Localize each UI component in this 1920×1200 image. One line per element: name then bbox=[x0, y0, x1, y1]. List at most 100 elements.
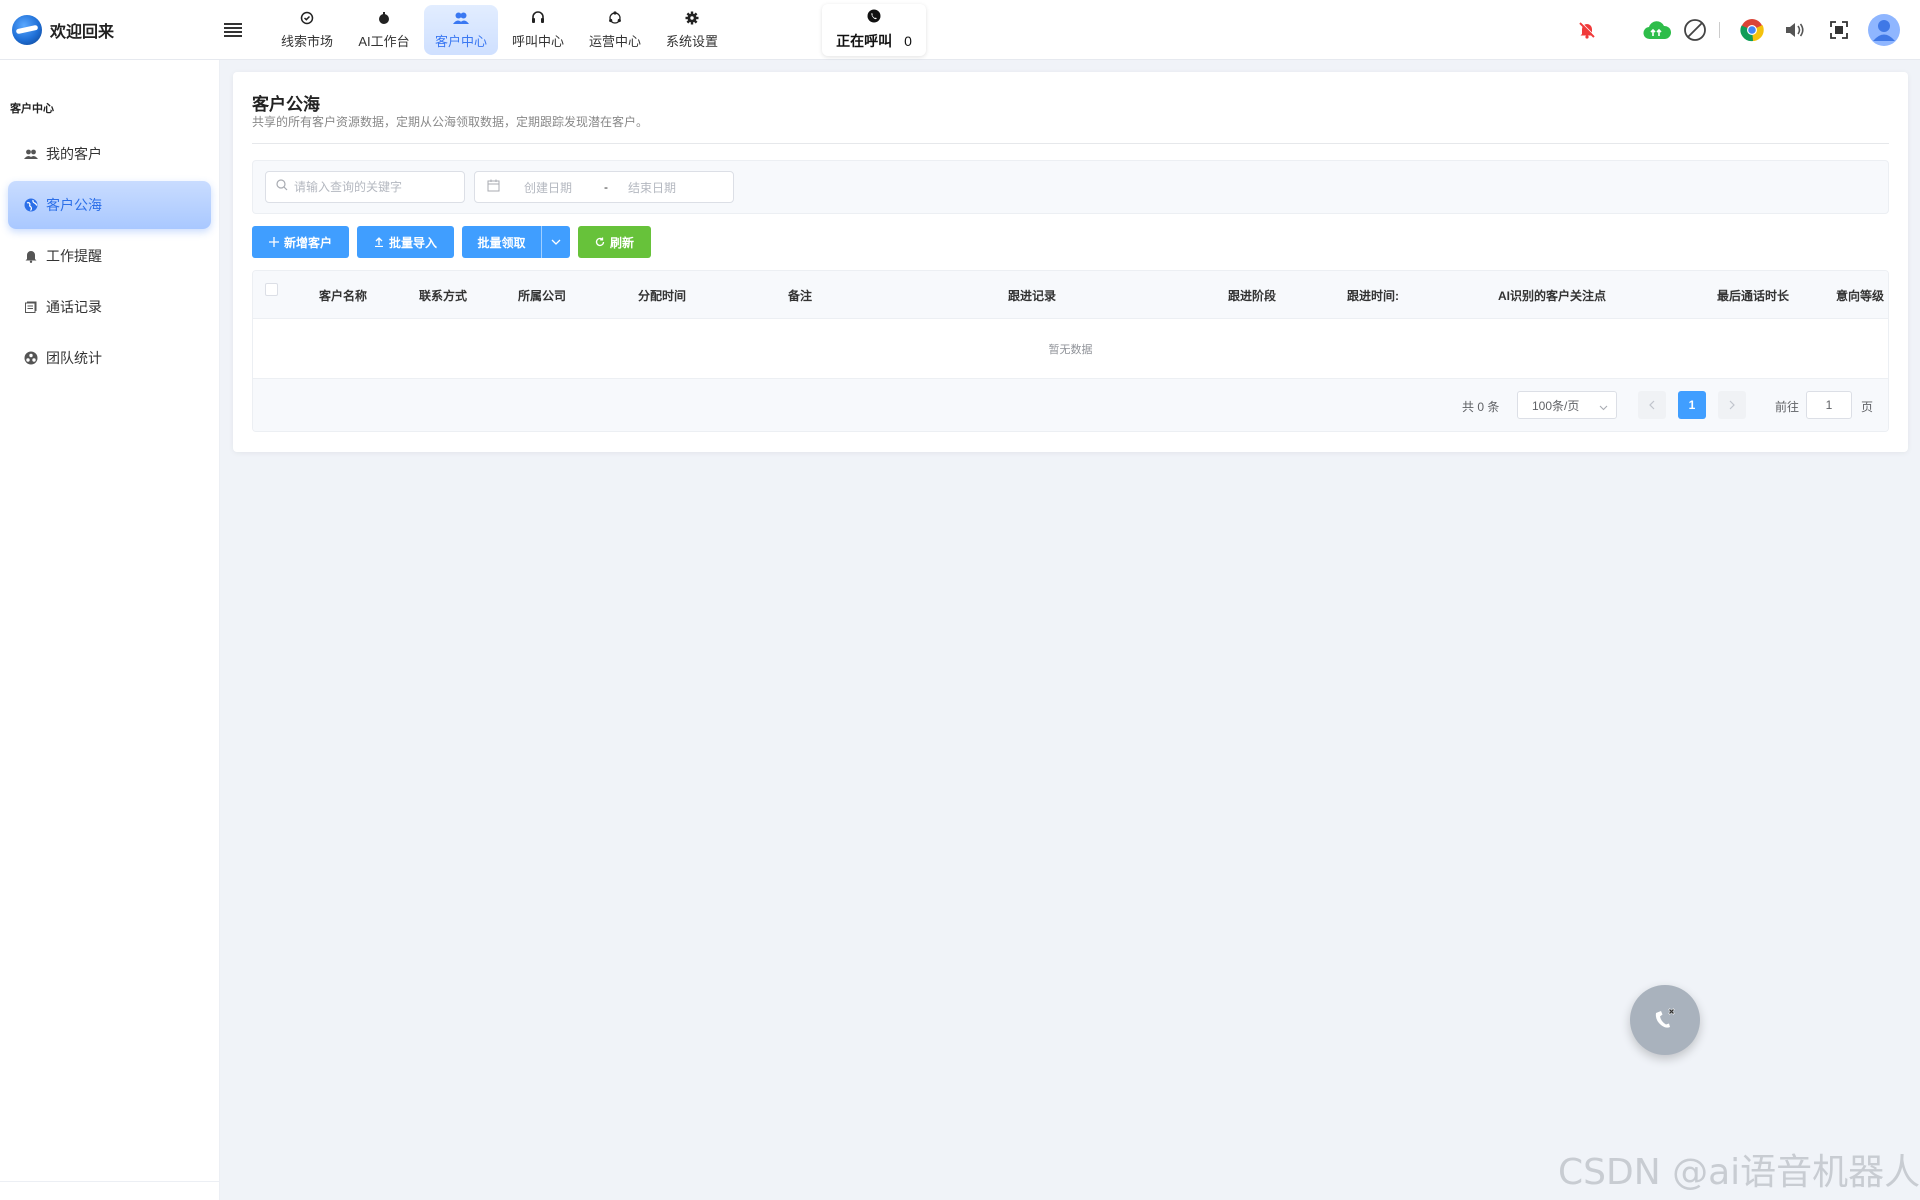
menu-toggle-icon[interactable] bbox=[224, 22, 242, 37]
users-icon bbox=[453, 10, 469, 26]
table-header: 客户名称 联系方式 所属公司 分配时间 备注 跟进记录 跟进阶段 跟进时间: A… bbox=[253, 271, 1888, 319]
date-separator: - bbox=[604, 180, 608, 194]
search-icon bbox=[276, 178, 288, 196]
phone-call-icon bbox=[867, 9, 881, 28]
add-customer-button[interactable]: 新增客户 bbox=[252, 226, 349, 258]
refresh-label: 刷新 bbox=[609, 235, 634, 250]
sidebar-item-label: 团队统计 bbox=[46, 350, 102, 366]
plus-icon bbox=[268, 237, 279, 247]
column-header[interactable]: 最后通话时长 bbox=[1717, 287, 1789, 304]
batch-claim-dropdown: 批量领取 bbox=[462, 226, 570, 258]
column-header[interactable]: 客户名称 bbox=[319, 287, 367, 304]
bell-icon bbox=[24, 249, 38, 263]
bot-icon bbox=[376, 10, 392, 26]
filter-bar: 创建日期 - 结束日期 bbox=[252, 160, 1889, 214]
prev-page-button[interactable] bbox=[1638, 391, 1666, 419]
sidebar-item-my-customers[interactable]: 我的客户 bbox=[8, 130, 211, 178]
nav-label: 系统设置 bbox=[665, 33, 718, 49]
sidebar-title: 客户中心 bbox=[10, 103, 54, 115]
sidebar-item-label: 通话记录 bbox=[46, 299, 102, 315]
nav-item-customer-center[interactable]: 客户中心 bbox=[424, 4, 498, 55]
sidebar: 客户中心 我的客户 客户公海 工作提醒 通话记录 团队统计 bbox=[0, 60, 220, 1200]
page-subtitle: 共享的所有客户资源数据，定期从公海领取数据，定期跟踪发现潜在客户。 bbox=[252, 115, 649, 129]
hangup-call-button[interactable] bbox=[1630, 985, 1700, 1055]
page-title: 客户公海 bbox=[252, 95, 320, 114]
page-number-button[interactable]: 1 bbox=[1678, 391, 1706, 419]
sidebar-item-call-records[interactable]: 通话记录 bbox=[8, 283, 211, 331]
date-end-input[interactable]: 结束日期 bbox=[628, 179, 676, 196]
notification-off-icon[interactable] bbox=[1577, 20, 1597, 40]
batch-claim-button[interactable]: 批量领取 bbox=[462, 226, 542, 258]
column-header[interactable]: 跟进时间: bbox=[1347, 287, 1399, 304]
batch-import-label: 批量导入 bbox=[388, 235, 437, 250]
calling-status[interactable]: 正在呼叫 0 bbox=[822, 3, 926, 56]
column-header[interactable]: 分配时间 bbox=[638, 287, 686, 304]
nav-label: 客户中心 bbox=[434, 33, 487, 49]
date-start-input[interactable]: 创建日期 bbox=[524, 179, 604, 196]
nav-label: AI工作台 bbox=[358, 33, 410, 49]
sidebar-item-label: 客户公海 bbox=[46, 197, 102, 213]
goto-label: 前往 bbox=[1775, 400, 1800, 414]
total-count: 共 0 条 bbox=[1462, 400, 1500, 414]
customer-table: 客户名称 联系方式 所属公司 分配时间 备注 跟进记录 跟进阶段 跟进时间: A… bbox=[252, 270, 1889, 432]
calendar-icon bbox=[487, 179, 500, 195]
app-title: 欢迎回来 bbox=[50, 23, 115, 41]
sidebar-item-team-stats[interactable]: 团队统计 bbox=[8, 334, 211, 382]
clock-check-icon bbox=[299, 10, 315, 26]
pagination: 共 0 条 100条/页 1 前往 1 页 bbox=[253, 379, 1888, 431]
avatar[interactable] bbox=[1868, 14, 1900, 46]
nav-item-call-center[interactable]: 呼叫中心 bbox=[501, 5, 575, 55]
fullscreen-icon[interactable] bbox=[1830, 21, 1848, 39]
headset-icon bbox=[530, 10, 546, 26]
main-card: 客户公海 共享的所有客户资源数据，定期从公海领取数据，定期跟踪发现潜在客户。 创… bbox=[233, 72, 1908, 452]
nav-item-settings[interactable]: 系统设置 bbox=[655, 5, 729, 55]
block-icon[interactable] bbox=[1683, 18, 1707, 42]
watermark: CSDN @ai语音机器人 bbox=[1558, 1152, 1920, 1193]
divider bbox=[0, 1181, 219, 1182]
column-header[interactable]: 联系方式 bbox=[419, 287, 467, 304]
cloud-sync-icon[interactable] bbox=[1643, 19, 1671, 41]
select-all-checkbox[interactable] bbox=[265, 283, 278, 296]
batch-import-button[interactable]: 批量导入 bbox=[357, 226, 454, 258]
refresh-button[interactable]: 刷新 bbox=[578, 226, 651, 258]
goto-page-input[interactable]: 1 bbox=[1806, 391, 1852, 419]
sidebar-item-public-pool[interactable]: 客户公海 bbox=[8, 181, 211, 229]
column-header[interactable]: 意向等级 bbox=[1836, 287, 1884, 304]
column-header[interactable]: AI识别的客户关注点 bbox=[1498, 287, 1606, 304]
refresh-icon bbox=[595, 237, 605, 247]
divider bbox=[252, 143, 1889, 144]
logo: 欢迎回来 bbox=[0, 14, 220, 45]
page-size-value: 100条/页 bbox=[1532, 398, 1580, 413]
goto-suffix: 页 bbox=[1861, 400, 1874, 414]
chrome-icon[interactable] bbox=[1740, 18, 1764, 42]
sidebar-item-label: 我的客户 bbox=[46, 146, 102, 162]
main-nav: 线索市场 AI工作台 客户中心 呼叫中心 运营中心 系统设置 bbox=[270, 0, 732, 60]
search-field[interactable] bbox=[265, 171, 465, 203]
nav-label: 运营中心 bbox=[588, 33, 641, 49]
column-header[interactable]: 跟进阶段 bbox=[1228, 287, 1276, 304]
nav-item-operations[interactable]: 运营中心 bbox=[578, 5, 652, 55]
divider bbox=[1719, 22, 1720, 38]
next-page-button[interactable] bbox=[1718, 391, 1746, 419]
page-size-select[interactable]: 100条/页 bbox=[1517, 391, 1617, 419]
date-range-picker[interactable]: 创建日期 - 结束日期 bbox=[474, 171, 734, 203]
column-header[interactable]: 所属公司 bbox=[518, 287, 566, 304]
chevron-down-icon[interactable] bbox=[542, 226, 570, 258]
nav-item-leads[interactable]: 线索市场 bbox=[270, 5, 344, 55]
top-bar: 欢迎回来 线索市场 AI工作台 客户中心 呼叫中心 运营中心 系统设置 正在呼叫… bbox=[0, 0, 1920, 60]
volume-icon[interactable] bbox=[1784, 20, 1806, 40]
batch-claim-label: 批量领取 bbox=[477, 235, 526, 250]
people-icon bbox=[24, 147, 38, 161]
search-input[interactable] bbox=[294, 180, 454, 194]
phone-off-icon bbox=[1651, 1004, 1679, 1037]
column-header[interactable]: 跟进记录 bbox=[1008, 287, 1056, 304]
nav-item-ai-workbench[interactable]: AI工作台 bbox=[347, 5, 421, 55]
calling-label: 正在呼叫 bbox=[836, 32, 893, 49]
chevron-down-icon bbox=[1599, 400, 1608, 414]
upload-icon bbox=[374, 237, 384, 247]
sidebar-item-work-reminder[interactable]: 工作提醒 bbox=[8, 232, 211, 280]
toolbar: 新增客户 批量导入 批量领取 刷新 bbox=[252, 226, 659, 258]
column-header[interactable]: 备注 bbox=[788, 287, 812, 304]
empty-state: 暂无数据 bbox=[253, 319, 1888, 379]
team-icon bbox=[24, 351, 38, 365]
